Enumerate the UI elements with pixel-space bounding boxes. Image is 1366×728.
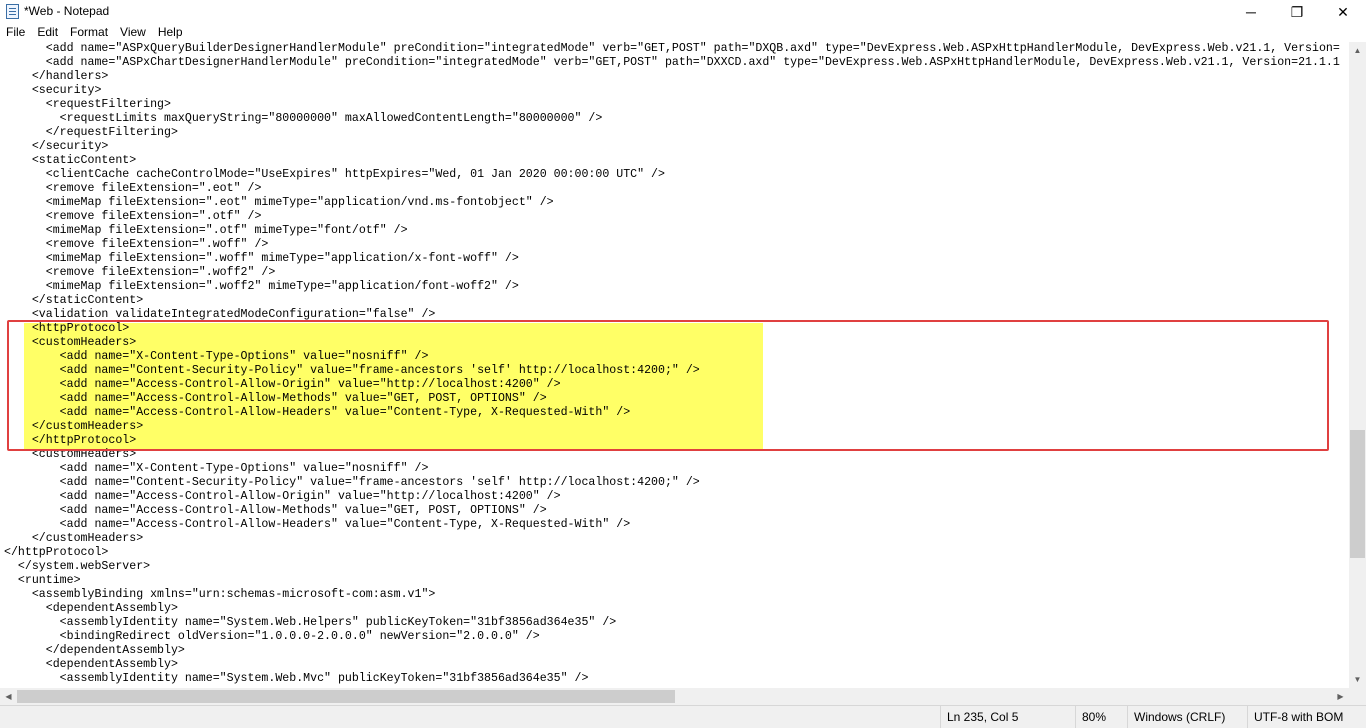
code-line[interactable]: <mimeMap fileExtension=".otf" mimeType="… xyxy=(4,224,1340,238)
encoding: UTF-8 with BOM xyxy=(1247,706,1366,728)
code-line[interactable]: <mimeMap fileExtension=".eot" mimeType="… xyxy=(4,196,1340,210)
code-line[interactable]: <add name="Access-Control-Allow-Methods"… xyxy=(4,504,1340,518)
code-line[interactable]: </customHeaders> xyxy=(4,532,1340,546)
code-line[interactable]: <bindingRedirect oldVersion="1.0.0.0-2.0… xyxy=(4,630,1340,644)
scroll-up-icon[interactable]: ▲ xyxy=(1349,42,1366,59)
code-line[interactable]: <add name="Access-Control-Allow-Origin" … xyxy=(4,490,1340,504)
restore-icon: ❐ xyxy=(1290,3,1304,20)
vertical-scroll-thumb[interactable] xyxy=(1350,430,1365,558)
code-line[interactable]: <staticContent> xyxy=(4,154,1340,168)
window-title: *Web - Notepad xyxy=(24,4,110,18)
scrollbar-corner xyxy=(1349,688,1366,705)
code-line[interactable]: <runtime> xyxy=(4,574,1340,588)
code-line[interactable]: <dependentAssembly> xyxy=(4,602,1340,616)
code-line[interactable]: <clientCache cacheControlMode="UseExpire… xyxy=(4,168,1340,182)
code-line[interactable]: </handlers> xyxy=(4,70,1340,84)
menu-view[interactable]: View xyxy=(114,24,152,42)
minimize-button[interactable]: ─ xyxy=(1228,0,1274,24)
scroll-right-icon[interactable]: ▶ xyxy=(1332,688,1349,705)
code-line[interactable]: </httpProtocol> xyxy=(4,546,1340,560)
notepad-icon[interactable] xyxy=(6,4,19,19)
code-line[interactable]: <assemblyIdentity name="System.Web.Helpe… xyxy=(4,616,1340,630)
close-button[interactable]: ✕ xyxy=(1320,0,1366,24)
code-line[interactable]: <add name="ASPxChartDesignerHandlerModul… xyxy=(4,56,1340,70)
menu-help[interactable]: Help xyxy=(152,24,189,42)
code-line[interactable]: <add name="Content-Security-Policy" valu… xyxy=(4,476,1340,490)
code-line[interactable]: </dependentAssembly> xyxy=(4,644,1340,658)
code-line[interactable]: <assemblyBinding xmlns="urn:schemas-micr… xyxy=(4,588,1340,602)
code-line[interactable]: <remove fileExtension=".otf" /> xyxy=(4,210,1340,224)
minimize-icon: ─ xyxy=(1246,4,1256,20)
close-icon: ✕ xyxy=(1337,3,1349,20)
horizontal-scroll-thumb[interactable] xyxy=(17,690,675,703)
code-line[interactable]: <security> xyxy=(4,84,1340,98)
menu-format[interactable]: Format xyxy=(64,24,114,42)
zoom-level: 80% xyxy=(1075,706,1127,728)
code-line[interactable]: <add name="Access-Control-Allow-Headers"… xyxy=(4,518,1340,532)
text-editor[interactable]: <add name="ASPxQueryBuilderDesignerHandl… xyxy=(0,42,1349,688)
status-bar: Ln 235, Col 5 80% Windows (CRLF) UTF-8 w… xyxy=(0,705,1366,728)
code-line[interactable]: </requestFiltering> xyxy=(4,126,1340,140)
code-line[interactable]: <mimeMap fileExtension=".woff2" mimeType… xyxy=(4,280,1340,294)
line-ending: Windows (CRLF) xyxy=(1127,706,1247,728)
code-line[interactable]: </staticContent> xyxy=(4,294,1340,308)
code-line[interactable]: <assemblyIdentity name="System.Web.Mvc" … xyxy=(4,672,1340,686)
annotation-rectangle xyxy=(7,320,1329,451)
cursor-position: Ln 235, Col 5 xyxy=(940,706,1075,728)
code-line[interactable]: <dependentAssembly> xyxy=(4,658,1340,672)
menu-file[interactable]: File xyxy=(0,24,31,42)
code-line[interactable]: <remove fileExtension=".woff2" /> xyxy=(4,266,1340,280)
menu-edit[interactable]: Edit xyxy=(31,24,64,42)
scroll-left-icon[interactable]: ◀ xyxy=(0,688,17,705)
code-line[interactable]: <requestFiltering> xyxy=(4,98,1340,112)
code-line[interactable]: <add name="X-Content-Type-Options" value… xyxy=(4,462,1340,476)
code-line[interactable]: <remove fileExtension=".woff" /> xyxy=(4,238,1340,252)
vertical-scrollbar[interactable]: ▲ ▼ xyxy=(1349,42,1366,688)
code-line[interactable]: </system.webServer> xyxy=(4,560,1340,574)
code-line[interactable]: <requestLimits maxQueryString="80000000"… xyxy=(4,112,1340,126)
menu-bar: File Edit Format View Help xyxy=(0,24,1366,42)
title-bar[interactable]: *Web - Notepad ─ ❐ ✕ xyxy=(0,0,1366,24)
horizontal-scrollbar[interactable]: ◀ ▶ xyxy=(0,688,1349,705)
code-line[interactable]: <add name="ASPxQueryBuilderDesignerHandl… xyxy=(4,42,1340,56)
code-line[interactable]: <mimeMap fileExtension=".woff" mimeType=… xyxy=(4,252,1340,266)
code-line[interactable]: <remove fileExtension=".eot" /> xyxy=(4,182,1340,196)
code-line[interactable]: </security> xyxy=(4,140,1340,154)
scroll-down-icon[interactable]: ▼ xyxy=(1349,671,1366,688)
maximize-button[interactable]: ❐ xyxy=(1274,0,1320,24)
